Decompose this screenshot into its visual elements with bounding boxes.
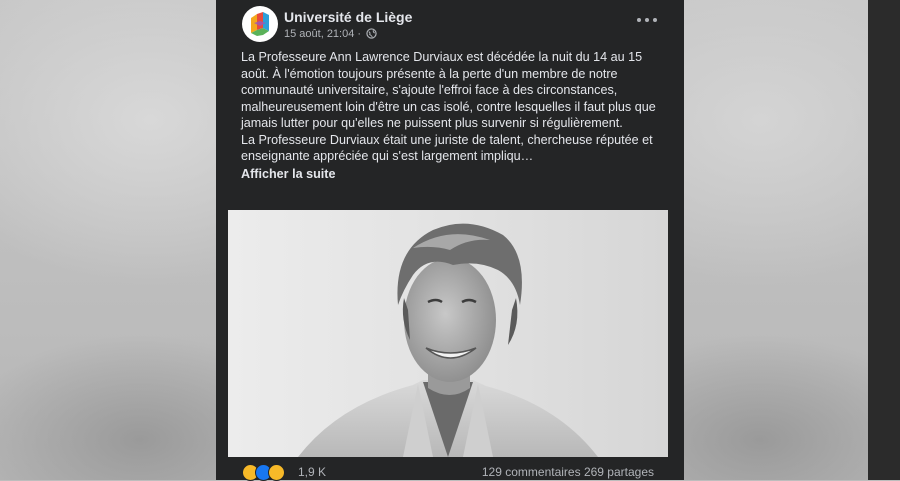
post-timestamp[interactable]: 15 août, 21:04 — [284, 28, 354, 40]
post-footer: 1,9 K 129 commentaires 269 partages — [242, 464, 654, 481]
dark-side-strip — [868, 0, 900, 480]
engagement-stats: 129 commentaires 269 partages — [482, 465, 654, 479]
post-paragraph-1: La Professeure Ann Lawrence Durviaux est… — [241, 50, 656, 130]
uliege-logo-icon — [251, 12, 269, 36]
portrait-image — [228, 210, 668, 457]
shares-count-link[interactable]: 269 partages — [584, 465, 654, 479]
page-name-link[interactable]: Université de Liège — [284, 9, 412, 25]
comments-count-link[interactable]: 129 commentaires — [482, 465, 581, 479]
see-more-link[interactable]: Afficher la suite — [241, 166, 335, 183]
page-avatar[interactable] — [242, 6, 278, 42]
post-paragraph-2: La Professeure Durviaux était une jurist… — [241, 132, 653, 164]
reaction-count: 1,9 K — [298, 465, 327, 479]
care-reaction-icon — [268, 464, 285, 481]
more-options-icon[interactable] — [636, 12, 660, 28]
post-meta: 15 août, 21:04 · — [284, 28, 377, 42]
post-header: Université de Liège 15 août, 21:04 · — [242, 6, 672, 44]
post-text: La Professeure Ann Lawrence Durviaux est… — [241, 49, 661, 182]
post-photo[interactable] — [228, 210, 668, 457]
post-card: Université de Liège 15 août, 21:04 · La … — [216, 0, 684, 481]
globe-icon — [366, 28, 377, 42]
meta-separator: · — [357, 28, 362, 40]
